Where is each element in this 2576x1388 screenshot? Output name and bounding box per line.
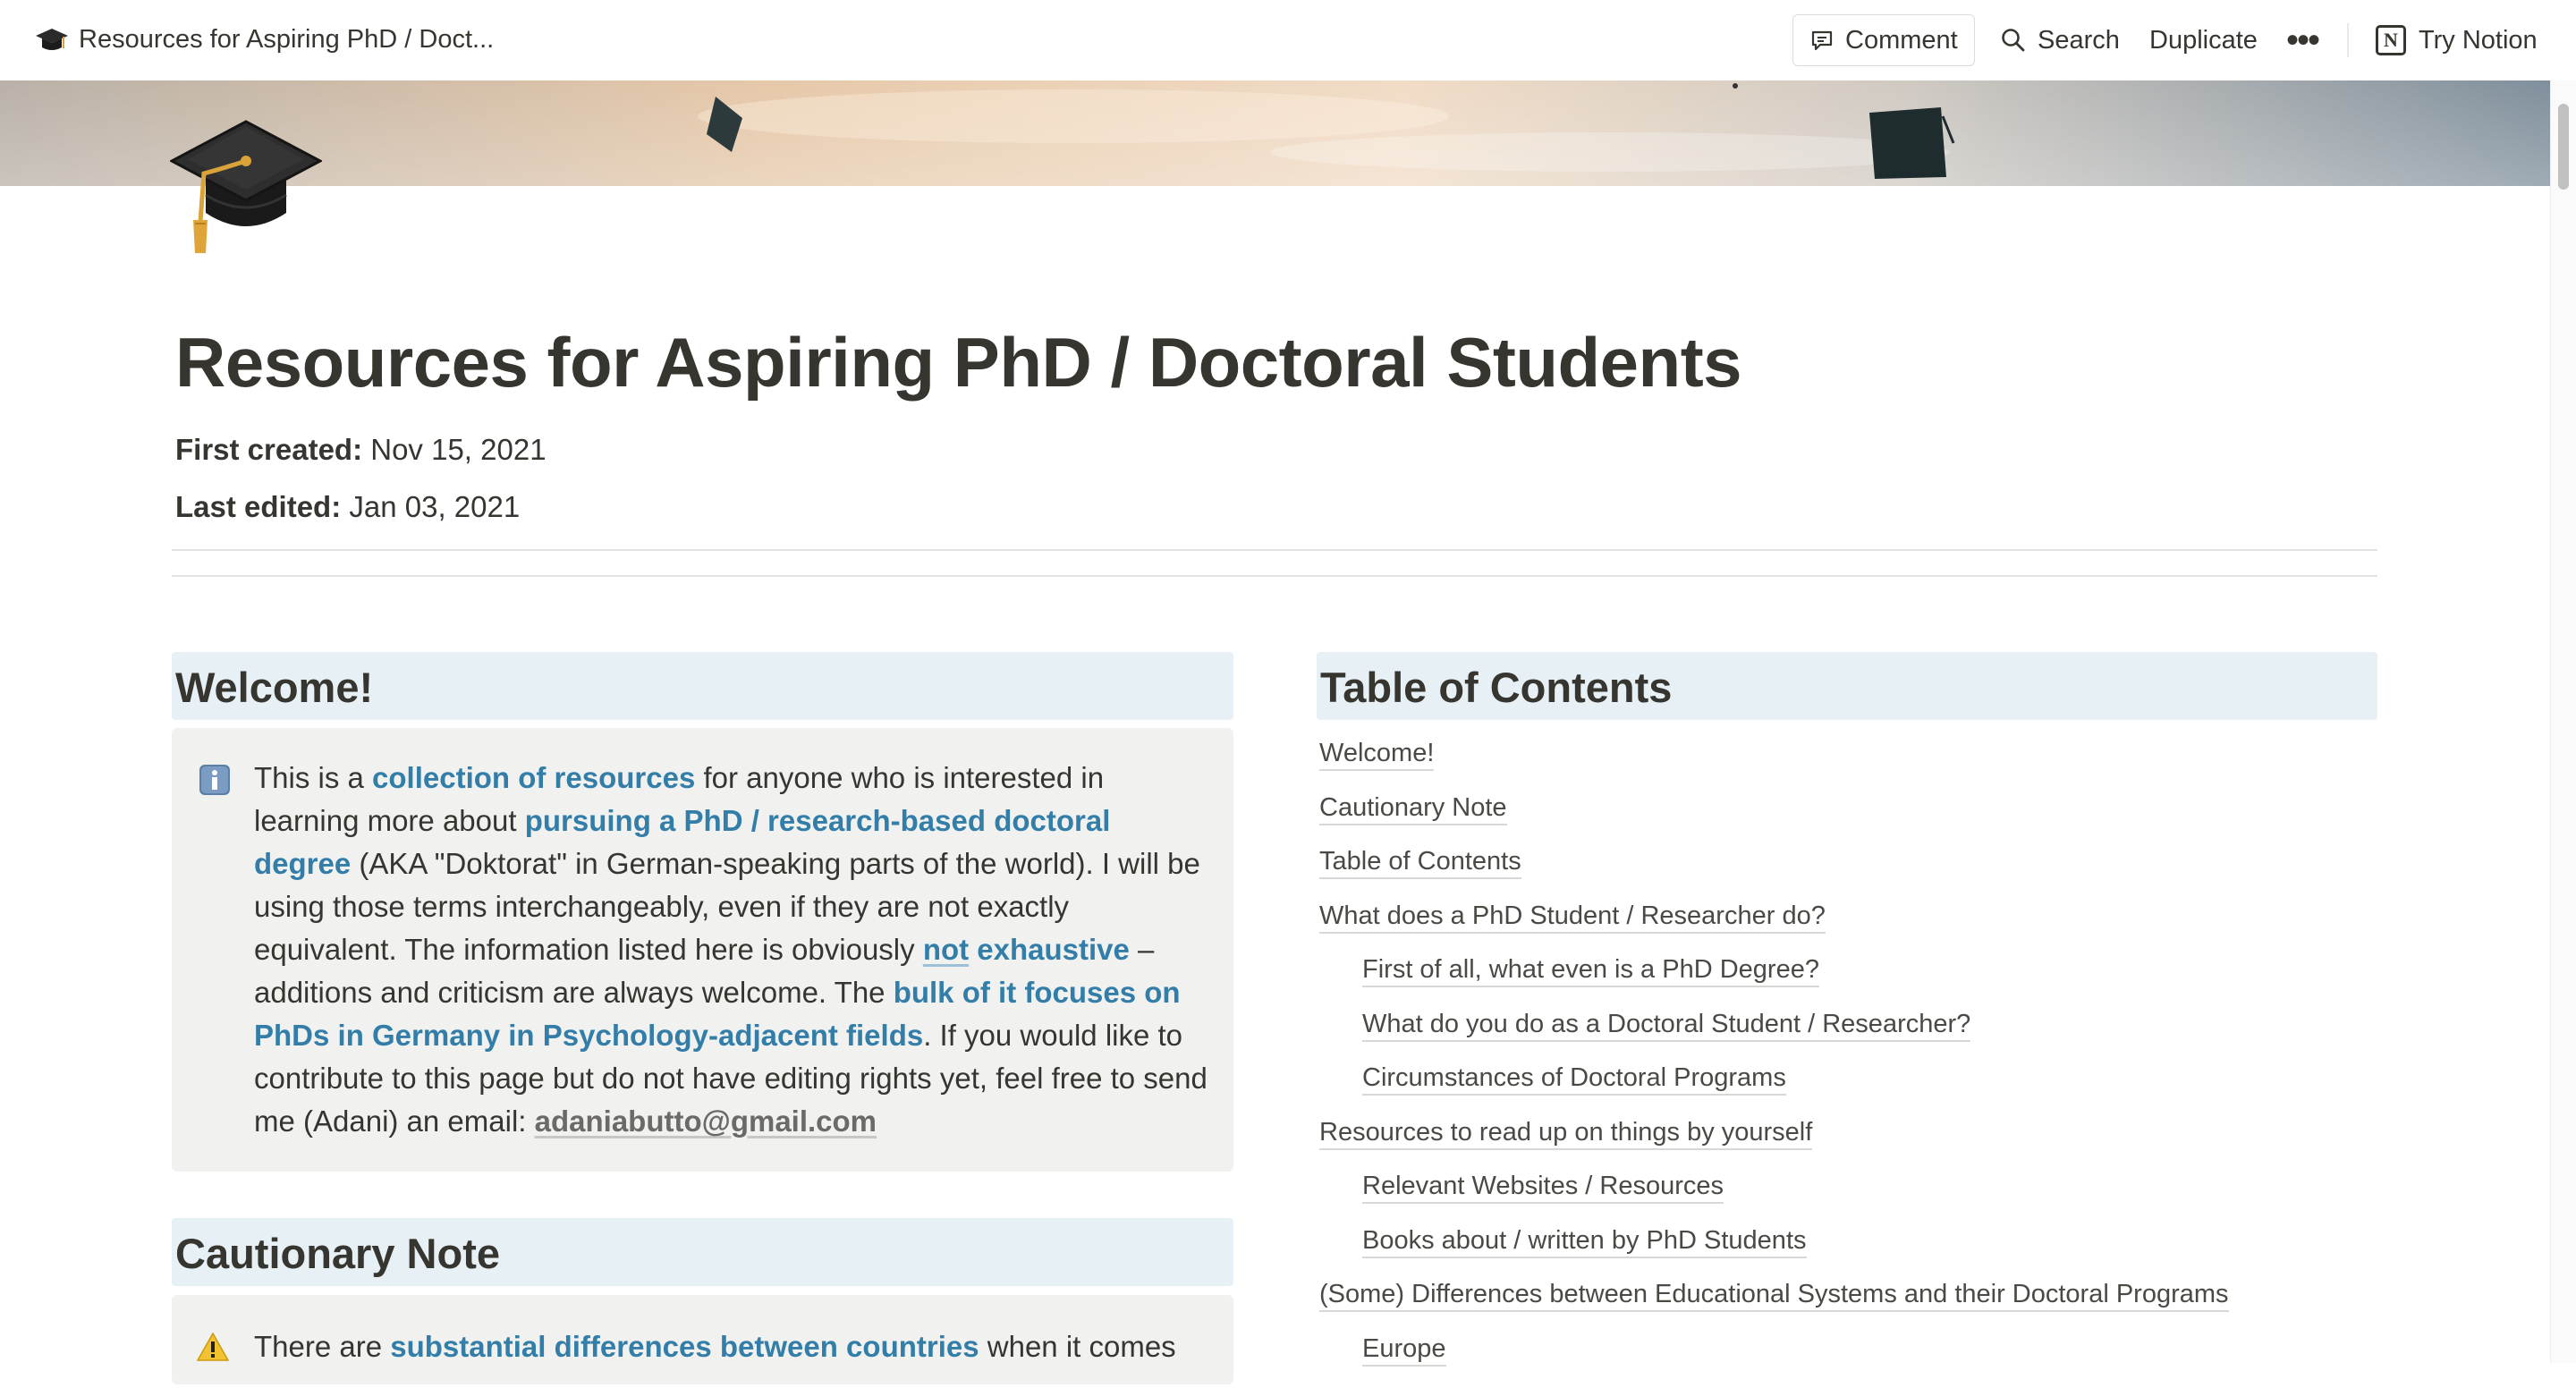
toc-item-label: (Some) Differences between Educational S… [1319,1280,2229,1312]
toc-item-welcome[interactable]: Welcome! [1319,739,2375,793]
warning-icon [197,1333,229,1361]
toc-item-label: Table of Contents [1319,847,1521,879]
exhaustive-text: exhaustive [969,933,1130,966]
page-scrollbar[interactable] [2550,80,2576,1363]
comment-button[interactable]: Comment [1792,14,1975,66]
collection-of-resources-text: collection of resources [372,761,695,794]
toc-item-label: What do you do as a Doctoral Student / R… [1362,1010,1970,1042]
cautionary-note-heading[interactable]: Cautionary Note [172,1218,1233,1286]
toc-item-relevant-websites[interactable]: Relevant Websites / Resources [1319,1172,2375,1226]
last-edited-row: Last edited: Jan 03, 2021 [175,490,520,524]
divider [172,575,2377,577]
first-created-value: Nov 15, 2021 [370,433,546,466]
notion-logo-icon: N [2376,25,2406,55]
differences-countries-text: substantial differences between countrie… [390,1330,979,1363]
info-icon [199,764,231,796]
toc-item-what-does-phd-student-do[interactable]: What does a PhD Student / Researcher do? [1319,901,2375,956]
toc-item-what-do-you-do[interactable]: What do you do as a Doctoral Student / R… [1319,1010,2375,1064]
try-notion-label: Try Notion [2419,26,2538,55]
toc-item-label: What does a PhD Student / Researcher do? [1319,901,1826,934]
search-icon [2000,27,2027,54]
toc-item-cautionary-note[interactable]: Cautionary Note [1319,793,2375,848]
divider [172,549,2377,551]
toc-item-circumstances[interactable]: Circumstances of Doctoral Programs [1319,1063,2375,1118]
welcome-callout: This is a collection of resources for an… [172,728,1233,1172]
toc-item-label: Relevant Websites / Resources [1362,1172,1724,1204]
caution-callout-text: There are substantial differences betwee… [254,1325,1211,1368]
search-button[interactable]: Search [2000,14,2120,66]
breadcrumb-page-title[interactable]: Resources for Aspiring PhD / Doct... [79,25,494,55]
first-created-row: First created: Nov 15, 2021 [175,433,547,467]
more-options-button[interactable]: ••• [2286,14,2318,66]
not-link[interactable]: not [923,933,969,966]
toc-item-label: First of all, what even is a PhD Degree? [1362,955,1819,987]
toc-item-resources-read-up[interactable]: Resources to read up on things by yourse… [1319,1118,2375,1172]
toc-item-label: Resources to read up on things by yourse… [1319,1118,1812,1150]
graduation-cap-icon [170,114,322,259]
table-of-contents-heading[interactable]: Table of Contents [1317,652,2377,720]
page-title[interactable]: Resources for Aspiring PhD / Doctoral St… [175,322,1741,403]
last-edited-label: Last edited: [175,490,341,523]
first-created-label: First created: [175,433,362,466]
toc-item-what-is-phd-degree[interactable]: First of all, what even is a PhD Degree? [1319,955,2375,1010]
table-of-contents: Welcome! Cautionary Note Table of Conten… [1319,739,2375,1388]
welcome-heading[interactable]: Welcome! [172,652,1233,720]
comment-icon [1809,28,1835,53]
caution-callout: There are substantial differences betwee… [172,1295,1233,1384]
graduation-cap-icon [34,25,70,57]
toc-item-label: Circumstances of Doctoral Programs [1362,1063,1786,1096]
toc-item-differences-educational-systems[interactable]: (Some) Differences between Educational S… [1319,1280,2375,1334]
last-edited-value: Jan 03, 2021 [349,490,520,523]
text: There are [254,1330,390,1363]
topbar-divider [2347,23,2349,57]
toc-item-europe[interactable]: Europe [1319,1334,2375,1388]
toc-item-label: Cautionary Note [1319,793,1507,825]
cover-image [0,80,2551,186]
toc-item-books[interactable]: Books about / written by PhD Students [1319,1226,2375,1281]
text: when it comes [979,1330,1176,1363]
toc-item-label: Welcome! [1319,739,1434,771]
toc-item-label: Europe [1362,1334,1446,1367]
duplicate-button[interactable]: Duplicate [2149,14,2258,66]
welcome-callout-text: This is a collection of resources for an… [254,757,1211,1143]
try-notion-button[interactable]: N Try Notion [2376,14,2538,66]
comment-label: Comment [1845,26,1958,55]
top-bar: Resources for Aspiring PhD / Doct... Com… [0,0,2576,80]
search-label: Search [2038,26,2120,55]
email-link[interactable]: adaniabutto@gmail.com [535,1104,877,1138]
scrollbar-thumb[interactable] [2558,104,2569,190]
text: This is a [254,761,372,794]
toc-item-label: Books about / written by PhD Students [1362,1226,1807,1258]
toc-item-table-of-contents[interactable]: Table of Contents [1319,847,2375,901]
